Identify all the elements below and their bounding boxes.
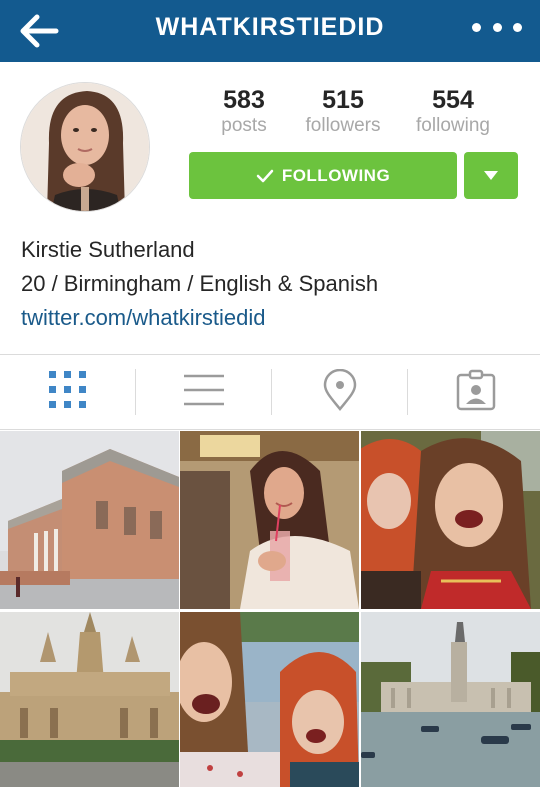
followers-count-label: followers — [305, 115, 381, 136]
posts-count-value: 583 — [223, 86, 265, 114]
checkmark-icon — [256, 169, 274, 183]
post-thumbnail-lake-selfie[interactable] — [180, 612, 359, 787]
profile-website-link[interactable]: twitter.com/whatkirstiedid — [21, 305, 266, 331]
followers-count-value: 515 — [322, 86, 364, 114]
followers-count[interactable]: 515 followers — [288, 86, 398, 138]
post-thumbnail-museum[interactable] — [0, 431, 179, 609]
top-nav-bar: WHATKIRSTIEDID — [0, 0, 540, 62]
following-count[interactable]: 554 following — [398, 86, 508, 138]
tab-tagged-photos[interactable] — [408, 355, 540, 429]
tab-grid-view[interactable] — [0, 355, 135, 429]
tagged-person-icon — [456, 369, 496, 416]
avatar[interactable] — [20, 82, 150, 212]
profile-stats: 583 posts 515 followers 554 following — [190, 86, 520, 138]
following-button-label: FOLLOWING — [281, 165, 391, 185]
list-icon — [183, 373, 225, 412]
tab-list-view[interactable] — [136, 355, 271, 429]
following-button[interactable]: FOLLOWING — [189, 152, 457, 199]
grid-icon — [48, 370, 88, 415]
profile-bio: 20 / Birmingham / English & Spanish — [21, 271, 379, 296]
profile-username-title: WHATKIRSTIEDID — [155, 13, 385, 41]
post-thumbnail-drink[interactable] — [180, 431, 359, 609]
caret-down-icon — [484, 167, 498, 185]
posts-grid — [0, 431, 540, 787]
following-count-value: 554 — [432, 86, 474, 114]
profile-view-tabs — [0, 354, 540, 430]
post-thumbnail-cathedral[interactable] — [0, 612, 179, 787]
profile-full-name: Kirstie Sutherland — [21, 237, 195, 262]
location-pin-icon — [322, 368, 358, 416]
posts-count-label: posts — [221, 115, 267, 136]
suggestions-dropdown-button[interactable] — [464, 152, 518, 199]
post-thumbnail-selfie[interactable] — [361, 431, 540, 609]
post-thumbnail-park-lake[interactable] — [361, 612, 540, 787]
following-count-label: following — [416, 115, 490, 136]
back-arrow-icon[interactable] — [16, 8, 62, 54]
tab-map-view[interactable] — [272, 355, 407, 429]
more-options-icon[interactable] — [472, 12, 522, 42]
posts-count[interactable]: 583 posts — [189, 86, 299, 138]
